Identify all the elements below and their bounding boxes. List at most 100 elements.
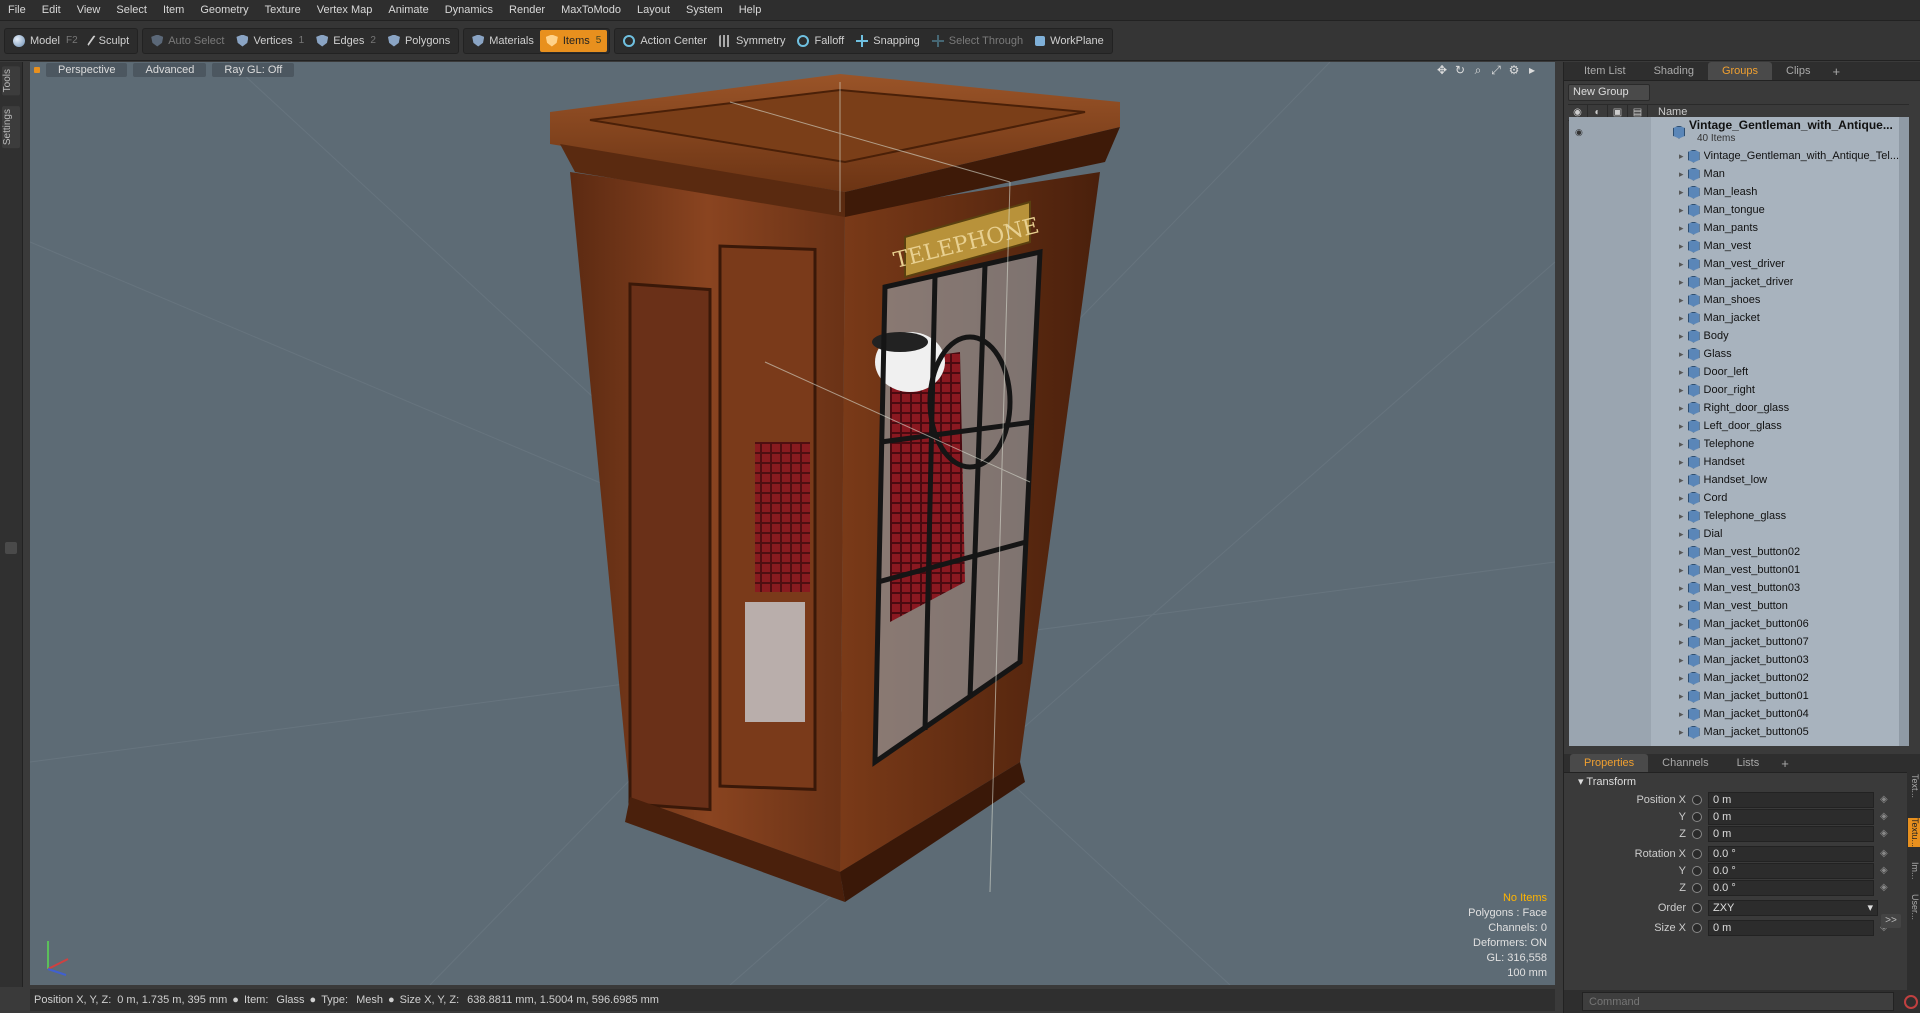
- telephone-booth-model[interactable]: TELEPHONE: [550, 74, 1120, 902]
- raygl-button[interactable]: Ray GL: Off: [212, 63, 295, 77]
- expand-arrow-icon[interactable]: ▸: [1679, 597, 1684, 615]
- tree-item[interactable]: ▸ Man_vest_button01: [1569, 561, 1909, 579]
- expand-arrow-icon[interactable]: ▸: [1679, 669, 1684, 687]
- expand-arrow-icon[interactable]: ▸: [1679, 291, 1684, 309]
- advanced-shading-button[interactable]: Advanced: [133, 63, 207, 77]
- expand-arrow-icon[interactable]: ▸: [1523, 63, 1541, 77]
- symmetry-button[interactable]: Symmetry: [713, 30, 792, 52]
- expand-arrow-icon[interactable]: ▸: [1679, 327, 1684, 345]
- maximize-icon[interactable]: ⤢: [1487, 63, 1505, 77]
- tree-item[interactable]: ▸ Man_jacket_driver: [1569, 273, 1909, 291]
- animate-toggle-icon[interactable]: [1692, 922, 1702, 933]
- expand-arrow-icon[interactable]: ▸: [1679, 453, 1684, 471]
- tree-item[interactable]: ▸ Man_vest_button: [1569, 597, 1909, 615]
- tree-item[interactable]: ▸ Telephone: [1569, 435, 1909, 453]
- action-center-button[interactable]: Action Center: [617, 30, 713, 52]
- tab-channels[interactable]: Channels: [1648, 754, 1722, 772]
- expand-arrow-icon[interactable]: ▸: [1679, 471, 1684, 489]
- sculpt-mode-button[interactable]: Sculpt: [84, 30, 136, 52]
- expand-arrow-icon[interactable]: ▸: [1679, 615, 1684, 633]
- expand-arrow-icon[interactable]: ▸: [1679, 579, 1684, 597]
- expand-arrow-icon[interactable]: ▸: [1679, 435, 1684, 453]
- falloff-button[interactable]: Falloff: [791, 30, 850, 52]
- tree-item[interactable]: ▸ Man_vest_driver: [1569, 255, 1909, 273]
- tree-item[interactable]: ▸ Dial: [1569, 525, 1909, 543]
- tab-groups[interactable]: Groups: [1707, 62, 1773, 80]
- transform-section-header[interactable]: ▾ Transform: [1564, 773, 1920, 791]
- tree-item[interactable]: ▸ Man_jacket_button05: [1569, 723, 1909, 741]
- workplane-button[interactable]: WorkPlane: [1029, 30, 1110, 52]
- expand-arrow-icon[interactable]: ▸: [1679, 219, 1684, 237]
- items-button[interactable]: Items 5: [539, 29, 608, 52]
- edges-button[interactable]: Edges 2: [310, 30, 382, 52]
- tree-item[interactable]: ▸ Man_jacket_button07: [1569, 633, 1909, 651]
- snapping-button[interactable]: Snapping: [850, 30, 926, 52]
- zoom-icon[interactable]: ⌕: [1469, 63, 1487, 77]
- tab-tools[interactable]: Tools: [2, 66, 20, 96]
- menu-render[interactable]: Render: [501, 0, 553, 20]
- menu-edit[interactable]: Edit: [34, 0, 69, 20]
- tree-item[interactable]: ▸ Glass: [1569, 345, 1909, 363]
- tree-item[interactable]: ▸ Cord: [1569, 489, 1909, 507]
- tree-item[interactable]: ▸ Man: [1569, 165, 1909, 183]
- expand-arrow-icon[interactable]: ▸: [1679, 255, 1684, 273]
- tab-settings[interactable]: Settings: [2, 106, 20, 149]
- property-field[interactable]: 0.0 °: [1708, 862, 1874, 879]
- more-button[interactable]: >>: [1881, 914, 1901, 928]
- tree-item[interactable]: ▸ Man_jacket_button03: [1569, 651, 1909, 669]
- animate-toggle-icon[interactable]: [1692, 828, 1702, 839]
- animate-toggle-icon[interactable]: [1692, 794, 1702, 805]
- tree-item[interactable]: ▸ Telephone_glass: [1569, 507, 1909, 525]
- expand-arrow-icon[interactable]: ▸: [1679, 417, 1684, 435]
- eye-icon[interactable]: ◉: [1575, 125, 1583, 139]
- menu-dynamics[interactable]: Dynamics: [437, 0, 501, 20]
- menu-vertex-map[interactable]: Vertex Map: [309, 0, 381, 20]
- expand-arrow-icon[interactable]: ▸: [1679, 651, 1684, 669]
- tree-item[interactable]: ▸ Handset: [1569, 453, 1909, 471]
- tab-properties[interactable]: Properties: [1570, 754, 1649, 772]
- reset-icon[interactable]: ◈: [1880, 848, 1888, 859]
- side-tab-texture[interactable]: Textu...: [1908, 818, 1920, 848]
- tree-item[interactable]: ▸ Man_shoes: [1569, 291, 1909, 309]
- reset-icon[interactable]: ◈: [1880, 794, 1888, 805]
- menu-item[interactable]: Item: [155, 0, 192, 20]
- menu-help[interactable]: Help: [731, 0, 770, 20]
- reset-icon[interactable]: ◈: [1880, 865, 1888, 876]
- expand-arrow-icon[interactable]: ▸: [1679, 723, 1684, 741]
- materials-button[interactable]: Materials: [466, 30, 540, 52]
- menu-file[interactable]: File: [0, 0, 34, 20]
- expand-arrow-icon[interactable]: ▸: [1679, 201, 1684, 219]
- expand-arrow-icon[interactable]: ▸: [1679, 561, 1684, 579]
- add-tab-icon[interactable]: +: [1824, 64, 1848, 79]
- tree-root-group[interactable]: ◉ Vintage_Gentleman_with_Antique... 40 I…: [1569, 117, 1909, 147]
- tab-item-list[interactable]: Item List: [1570, 62, 1640, 80]
- tree-item[interactable]: ▸ Man_vest: [1569, 237, 1909, 255]
- tree-item[interactable]: ▸ Door_right: [1569, 381, 1909, 399]
- property-field[interactable]: 0 m: [1708, 791, 1874, 808]
- reset-icon[interactable]: ◈: [1880, 882, 1888, 893]
- property-field[interactable]: 0 m: [1708, 825, 1874, 842]
- menu-view[interactable]: View: [69, 0, 109, 20]
- animate-toggle-icon[interactable]: [1692, 811, 1702, 822]
- expand-arrow-icon[interactable]: ▸: [1679, 507, 1684, 525]
- expand-arrow-icon[interactable]: ▸: [1679, 489, 1684, 507]
- property-field[interactable]: 0 m: [1708, 808, 1874, 825]
- tab-lists[interactable]: Lists: [1723, 754, 1774, 772]
- viewport-canvas[interactable]: TELEPHONE: [30, 62, 1555, 985]
- tree-item[interactable]: ▸ Man_jacket_button06: [1569, 615, 1909, 633]
- side-tab-text[interactable]: Text...: [1908, 774, 1920, 798]
- tab-shading[interactable]: Shading: [1640, 62, 1708, 80]
- reset-icon[interactable]: ◈: [1880, 811, 1888, 822]
- rotate-icon[interactable]: ↻: [1451, 63, 1469, 77]
- expand-arrow-icon[interactable]: ▸: [1679, 705, 1684, 723]
- tab-clips[interactable]: Clips: [1772, 62, 1824, 80]
- tree-item[interactable]: ▸ Man_pants: [1569, 219, 1909, 237]
- side-tab-user[interactable]: User...: [1908, 894, 1920, 920]
- expand-arrow-icon[interactable]: ▸: [1679, 543, 1684, 561]
- expand-arrow-icon[interactable]: ▸: [1679, 687, 1684, 705]
- animate-toggle-icon[interactable]: [1692, 882, 1702, 893]
- tree-item[interactable]: ▸ Man_jacket_button02: [1569, 669, 1909, 687]
- expand-arrow-icon[interactable]: ▸: [1679, 273, 1684, 291]
- menu-select[interactable]: Select: [108, 0, 155, 20]
- menu-system[interactable]: System: [678, 0, 731, 20]
